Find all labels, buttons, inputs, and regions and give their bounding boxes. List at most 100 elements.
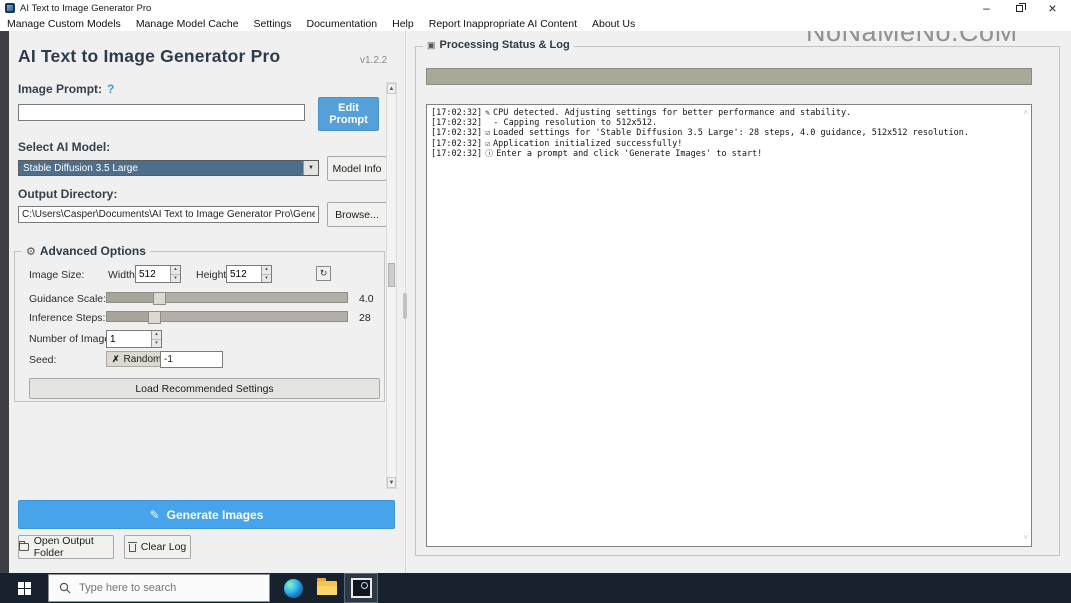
menu-report-inappropriate[interactable]: Report Inappropriate AI Content: [429, 18, 577, 30]
guidance-slider-handle[interactable]: [107, 292, 166, 305]
swap-dimensions-button[interactable]: ↻: [316, 266, 331, 281]
guidance-scale-value: 4.0: [359, 293, 374, 305]
clear-log-button[interactable]: Clear Log: [124, 535, 191, 559]
height-spinner-arrows[interactable]: ▴ ▾: [261, 266, 271, 282]
log-scroll-down-icon[interactable]: ˅: [1023, 533, 1028, 543]
menu-settings[interactable]: Settings: [254, 18, 292, 30]
model-select-dropdown[interactable]: Stable Diffusion 3.5 Large ▼: [18, 160, 319, 176]
scroll-down-arrow[interactable]: ▼: [387, 477, 396, 488]
processing-status-group: ▣ Processing Status & Log [17:02:32] ✎ CPU…: [415, 39, 1060, 556]
width-label: Width:: [108, 269, 138, 281]
app-window: AI Text to Image Generator Pro – × Manag…: [0, 0, 1071, 603]
taskbar-explorer-button[interactable]: [310, 573, 344, 603]
folder-icon: [19, 541, 29, 551]
taskbar-app-button-active[interactable]: [344, 573, 378, 603]
load-recommended-settings-button[interactable]: Load Recommended Settings: [29, 378, 380, 399]
window-title: AI Text to Image Generator Pro: [20, 2, 152, 14]
menu-about-us[interactable]: About Us: [592, 18, 635, 30]
chevron-down-icon[interactable]: ▼: [303, 161, 318, 175]
model-selected-value: Stable Diffusion 3.5 Large: [23, 162, 138, 174]
log-info-icon: ⓘ: [485, 149, 494, 159]
log-check-icon: ☑: [485, 128, 491, 138]
window-left-border: [0, 31, 9, 573]
number-of-images-label: Number of Images:: [29, 333, 119, 345]
prompt-help-icon[interactable]: ?: [107, 82, 114, 96]
model-info-button[interactable]: Model Info: [327, 156, 387, 181]
menu-documentation[interactable]: Documentation: [307, 18, 378, 30]
advanced-options-title: ⚙ Advanced Options: [22, 244, 150, 258]
taskbar: 10°C Bulutlu ∧ ENG US 17:02 25/03/2026 4: [0, 573, 1071, 603]
height-label: Height:: [196, 269, 230, 281]
scrollbar-thumb[interactable]: [388, 263, 395, 287]
search-input[interactable]: [79, 582, 249, 594]
scroll-up-arrow[interactable]: ▲: [387, 83, 396, 94]
restore-icon: [1016, 2, 1026, 12]
width-input[interactable]: [136, 266, 170, 282]
menu-help[interactable]: Help: [392, 18, 414, 30]
log-line: [17:02:32] ☑ Application initialized succe…: [431, 138, 683, 149]
log-line: [17:02:32] ☑ Loaded settings for 'Stable D…: [431, 128, 969, 139]
log-line: [17:02:32] ⓘ Enter a prompt and click 'Gen…: [431, 149, 763, 160]
guidance-scale-label: Guidance Scale:: [29, 293, 107, 305]
checkbox-check-icon: ✗: [112, 353, 120, 364]
seed-random-checkbox[interactable]: ✗ Random: [106, 351, 168, 367]
ai-generator-app-icon: [350, 578, 372, 598]
edge-icon: [283, 578, 303, 598]
width-stepper[interactable]: ▴▾: [135, 265, 181, 283]
generate-images-button[interactable]: ✎ Generate Images: [18, 500, 395, 529]
restore-button[interactable]: [1003, 0, 1036, 16]
log-output[interactable]: [17:02:32] ✎ CPU detected. Adjusting setti…: [426, 104, 1032, 547]
processing-status-title: ▣ Processing Status & Log: [423, 39, 574, 51]
search-icon: [59, 582, 71, 594]
image-prompt-label: Image Prompt:?: [18, 82, 115, 96]
number-of-images-stepper[interactable]: ▴▾: [106, 330, 162, 348]
spin-up-icon[interactable]: ▴: [171, 266, 180, 275]
steps-slider-handle[interactable]: [107, 311, 161, 324]
spin-down-icon[interactable]: ▾: [171, 274, 180, 282]
close-button[interactable]: ×: [1036, 0, 1069, 16]
log-line: [17:02:32] - Capping resolution to 512x5…: [431, 117, 658, 128]
generate-icon: ✎: [149, 507, 160, 522]
open-output-folder-button[interactable]: Open Output Folder: [18, 535, 114, 559]
select-model-label: Select AI Model:: [18, 140, 111, 154]
menu-manage-model-cache[interactable]: Manage Model Cache: [136, 18, 239, 30]
width-spinner-arrows[interactable]: ▴ ▾: [170, 266, 180, 282]
seed-input[interactable]: [160, 351, 223, 368]
height-input[interactable]: [227, 266, 261, 282]
file-explorer-icon: [317, 578, 337, 595]
log-check-icon: ☑: [485, 138, 491, 148]
taskbar-search[interactable]: [48, 574, 270, 602]
spin-down-icon[interactable]: ▾: [262, 274, 271, 282]
inference-steps-label: Inference Steps:: [29, 312, 106, 324]
number-of-images-input[interactable]: [107, 331, 151, 347]
window-controls: – ×: [970, 0, 1069, 16]
gear-icon: ⚙: [26, 245, 36, 258]
panel-divider-handle[interactable]: [403, 293, 407, 319]
guidance-scale-slider[interactable]: [106, 292, 348, 305]
num-images-spinner-arrows[interactable]: ▴ ▾: [151, 331, 161, 347]
menu-bar: Manage Custom Models Manage Model Cache …: [0, 16, 1071, 31]
output-directory-input[interactable]: [18, 206, 319, 223]
height-stepper[interactable]: ▴▾: [226, 265, 272, 283]
advanced-options-group: ⚙ Advanced Options Image Size: Width: ▴▾…: [14, 244, 385, 402]
output-directory-label: Output Directory:: [18, 187, 118, 201]
page-title: AI Text to Image Generator Pro: [18, 46, 281, 66]
spin-down-icon[interactable]: ▾: [152, 339, 161, 347]
edit-prompt-button[interactable]: Edit Prompt: [318, 97, 379, 131]
start-button[interactable]: [0, 573, 48, 603]
browse-button[interactable]: Browse...: [327, 202, 387, 227]
left-panel-scrollbar[interactable]: ▲ ▼: [386, 82, 397, 489]
menu-manage-custom-models[interactable]: Manage Custom Models: [7, 18, 121, 30]
trash-icon: [127, 542, 137, 552]
image-size-label: Image Size:: [29, 269, 85, 281]
seed-label: Seed:: [29, 354, 57, 366]
prompt-input[interactable]: [18, 104, 305, 121]
title-bar: AI Text to Image Generator Pro – ×: [0, 0, 1071, 16]
minimize-button[interactable]: –: [970, 0, 1003, 16]
log-scroll-up-icon[interactable]: ˄: [1023, 108, 1028, 118]
inference-steps-slider[interactable]: [106, 311, 348, 324]
spin-up-icon[interactable]: ▴: [152, 331, 161, 340]
spin-up-icon[interactable]: ▴: [262, 266, 271, 275]
inference-steps-value: 28: [359, 312, 371, 324]
taskbar-edge-button[interactable]: [276, 573, 310, 603]
